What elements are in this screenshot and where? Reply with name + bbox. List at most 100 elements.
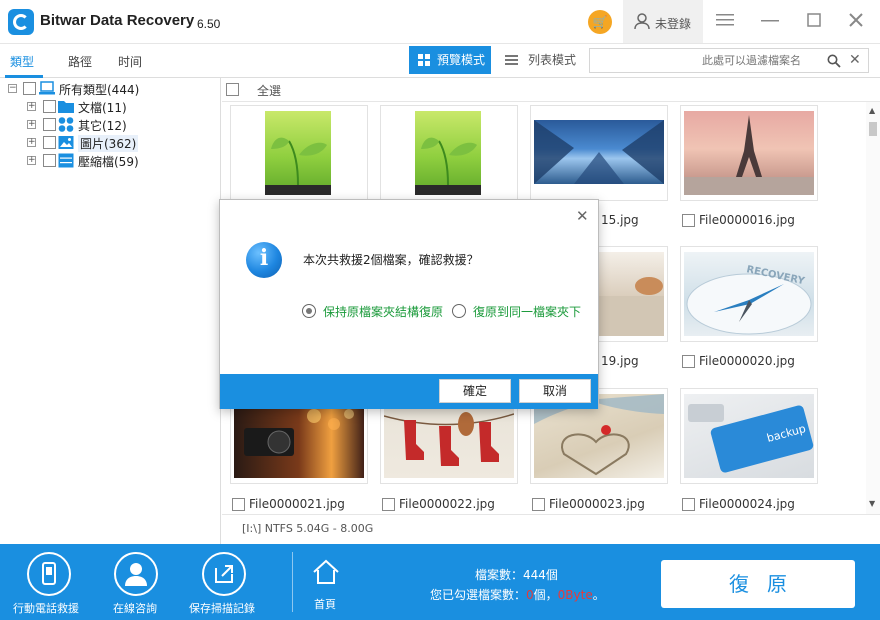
user-account-button[interactable]: 未登錄 — [623, 0, 703, 43]
tree-checkbox[interactable] — [43, 136, 56, 149]
selected-size: 0Byte — [557, 588, 593, 602]
tree-item-label: 壓縮檔(59) — [78, 155, 139, 169]
file-name: File0000016.jpg — [699, 213, 795, 227]
recover-button[interactable]: 復原 — [661, 560, 855, 608]
close-icon[interactable] — [846, 12, 866, 32]
dialog-close-icon[interactable]: ✕ — [576, 207, 589, 225]
search-icon[interactable] — [827, 54, 841, 68]
menu-icon[interactable] — [715, 12, 735, 32]
compass-image: RECOVERY — [684, 252, 814, 336]
file-thumbnail[interactable]: RECOVERY — [680, 246, 818, 342]
ok-button[interactable]: 確定 — [439, 379, 511, 403]
eiffel-tower-image — [684, 111, 814, 195]
keep-structure-radio[interactable] — [302, 304, 316, 318]
toolbar: 類型 路徑 时间 預覽模式 列表模式 ✕ — [0, 44, 880, 78]
save-scan-button[interactable]: 保存掃描記錄 — [180, 544, 270, 620]
same-folder-label[interactable]: 復原到同一檔案夾下 — [473, 303, 581, 320]
list-icon — [505, 55, 518, 65]
tab-type[interactable]: 類型 — [10, 53, 34, 70]
tree-item-pictures[interactable]: + 圖片(362) — [0, 134, 220, 152]
expand-icon[interactable]: + — [27, 102, 36, 111]
skyscraper-image — [534, 120, 664, 184]
picture-icon — [58, 136, 74, 149]
scroll-up-icon[interactable]: ▲ — [869, 106, 875, 115]
file-checkbox[interactable] — [682, 355, 695, 368]
mobile-recovery-button[interactable]: 行動電話救援 — [0, 544, 100, 620]
preview-mode-button[interactable]: 預覽模式 — [409, 46, 491, 74]
file-type-tree: − 所有類型(444) + 文檔(11) + 其它(12) + 圖片(362) … — [0, 78, 221, 544]
minimize-icon[interactable] — [760, 12, 780, 32]
file-row: File0000020.jpg — [682, 353, 822, 371]
tree-checkbox[interactable] — [43, 118, 56, 131]
file-thumbnail[interactable] — [680, 105, 818, 201]
cart-icon[interactable]: 🛒 — [588, 10, 612, 34]
confirm-recovery-dialog: ✕ 本次共救援2個檔案，確認救援？ 保持原檔案夾結構復原 復原到同一檔案夾下 確… — [219, 199, 599, 409]
export-icon — [202, 552, 246, 596]
home-button[interactable]: 首頁 — [306, 544, 346, 620]
clear-search-icon[interactable]: ✕ — [849, 52, 861, 68]
file-thumbnail[interactable] — [530, 105, 668, 201]
selected-count: 0 — [526, 588, 534, 602]
file-thumbnail[interactable] — [230, 105, 368, 201]
folder-icon — [58, 101, 74, 113]
file-name: File0000020.jpg — [699, 354, 795, 368]
drive-info: [I:\] NTFS 5.04G - 8.00G — [242, 522, 374, 535]
selected-mid: 個， — [533, 588, 558, 602]
user-icon — [634, 13, 650, 30]
select-all-checkbox[interactable] — [226, 83, 239, 96]
bottom-action-bar: 行動電話救援 在線咨詢 保存掃描記錄 首頁 檔案數：444個 您已勾選檔案數：0… — [0, 544, 880, 620]
app-version: 6.50 — [197, 17, 221, 31]
backup-key-image: backup — [684, 394, 814, 478]
apps-icon — [58, 117, 74, 132]
tree-checkbox[interactable] — [43, 100, 56, 113]
file-row: File0000023.jpg — [532, 496, 672, 514]
file-checkbox[interactable] — [682, 214, 695, 227]
file-name: File0000021.jpg — [249, 497, 345, 511]
selected-summary: 您已勾選檔案數：0個，0Byte。 — [430, 586, 605, 603]
sprout-image — [415, 111, 481, 195]
file-checkbox[interactable] — [232, 498, 245, 511]
tree-item-label: 圖片(362) — [78, 135, 139, 152]
search-input[interactable] — [590, 49, 815, 72]
keep-structure-label[interactable]: 保持原檔案夾結構復原 — [323, 303, 443, 320]
expand-icon[interactable]: + — [27, 156, 36, 165]
file-checkbox[interactable] — [682, 498, 695, 511]
tab-time[interactable]: 时间 — [118, 53, 142, 70]
tab-path[interactable]: 路徑 — [68, 53, 92, 70]
file-thumbnail[interactable] — [380, 105, 518, 201]
file-checkbox[interactable] — [382, 498, 395, 511]
tree-item-documents[interactable]: + 文檔(11) — [0, 98, 220, 116]
maximize-icon[interactable] — [804, 12, 824, 32]
home-icon — [313, 559, 339, 584]
tree-item-label: 其它(12) — [78, 119, 127, 133]
scroll-down-icon[interactable]: ▼ — [869, 499, 875, 508]
file-row: File0000022.jpg — [382, 496, 522, 514]
file-checkbox[interactable] — [532, 498, 545, 511]
collapse-icon[interactable]: − — [8, 84, 17, 93]
cancel-button[interactable]: 取消 — [519, 379, 591, 403]
file-row: File0000016.jpg — [682, 212, 822, 230]
list-mode-button[interactable]: 列表模式 — [500, 46, 580, 74]
tree-item-label: 所有類型(444) — [59, 83, 140, 97]
tree-item-others[interactable]: + 其它(12) — [0, 116, 220, 134]
file-thumbnail[interactable]: backup — [680, 388, 818, 484]
tree-item-archives[interactable]: + 壓縮檔(59) — [0, 152, 220, 170]
expand-icon[interactable]: + — [27, 138, 36, 147]
vertical-scrollbar[interactable]: ▲ ▼ — [866, 102, 880, 514]
expand-icon[interactable]: + — [27, 120, 36, 129]
dialog-footer: 確定 取消 — [220, 374, 598, 409]
tree-checkbox[interactable] — [23, 82, 36, 95]
selected-prefix: 您已勾選檔案數： — [430, 588, 527, 602]
dialog-message: 本次共救援2個檔案，確認救援？ — [303, 253, 479, 267]
selected-suffix: 。 — [592, 588, 605, 602]
phone-icon — [27, 552, 71, 596]
online-consult-button[interactable]: 在線咨詢 — [100, 544, 176, 620]
select-all-row: 全選 — [222, 78, 880, 102]
tree-checkbox[interactable] — [43, 154, 56, 167]
tree-item-all[interactable]: − 所有類型(444) — [0, 80, 220, 98]
computer-icon — [39, 81, 55, 95]
support-icon — [114, 552, 158, 596]
same-folder-radio[interactable] — [452, 304, 466, 318]
mobile-recovery-label: 行動電話救援 — [13, 602, 79, 615]
scrollbar-thumb[interactable] — [869, 122, 877, 136]
